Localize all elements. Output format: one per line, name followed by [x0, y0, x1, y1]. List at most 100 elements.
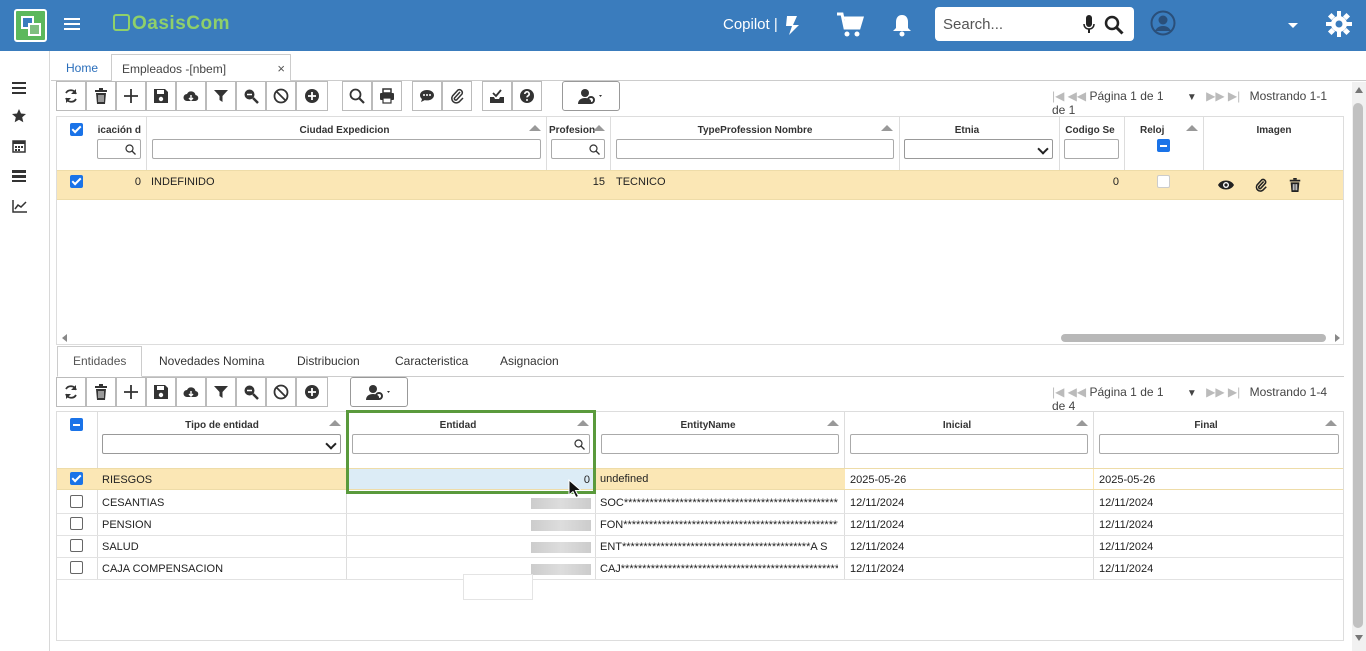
close-tab-icon[interactable]: × — [277, 61, 285, 76]
typeprofession-filter-input[interactable] — [616, 139, 894, 159]
trash-icon[interactable] — [1288, 177, 1302, 193]
scroll-right-icon[interactable] — [1333, 333, 1341, 343]
cancel-button[interactable] — [266, 81, 296, 111]
add-button[interactable] — [116, 81, 146, 111]
zoom-out-button[interactable] — [236, 377, 266, 407]
refresh-button[interactable] — [56, 377, 86, 407]
bell-icon[interactable] — [891, 13, 913, 37]
sort-arrow-icon[interactable] — [1076, 420, 1088, 426]
column-header-codigo[interactable]: Codigo Se — [1060, 125, 1120, 136]
tab-entidades[interactable]: Entidades — [57, 346, 143, 377]
column-header-typeprofession[interactable]: TypeProfession Nombre — [611, 125, 899, 136]
sort-arrow-icon[interactable] — [827, 420, 839, 426]
comments-button[interactable] — [412, 81, 442, 111]
filter-button[interactable] — [206, 81, 236, 111]
microphone-icon[interactable] — [1083, 15, 1095, 34]
tab-asignacion[interactable]: Asignacion — [500, 354, 559, 368]
tipo-entidad-filter-select[interactable] — [102, 434, 341, 454]
column-header-imagen[interactable]: Imagen — [1204, 125, 1344, 136]
cancel-button[interactable] — [266, 377, 296, 407]
scroll-up-icon[interactable] — [1354, 86, 1364, 94]
add-button[interactable] — [116, 377, 146, 407]
codigo-filter-input[interactable] — [1064, 139, 1119, 159]
first-page-icon[interactable]: |◀ ◀◀ — [1052, 89, 1086, 103]
zoom-out-button[interactable] — [236, 81, 266, 111]
copilot-icon[interactable] — [781, 13, 805, 37]
scroll-left-icon[interactable] — [61, 333, 69, 343]
sort-arrow-icon[interactable] — [1186, 125, 1198, 131]
column-header-tipo-entidad[interactable]: Tipo de entidad — [98, 420, 346, 431]
tab-distribucion[interactable]: Distribucion — [297, 354, 360, 368]
tab-novedades-nomina[interactable]: Novedades Nomina — [159, 354, 264, 368]
menu-icon[interactable] — [64, 15, 80, 35]
add-circle-button[interactable] — [296, 81, 328, 111]
search-input[interactable] — [943, 14, 1073, 34]
page-select-chevron-icon[interactable]: ▼ — [1187, 388, 1197, 399]
entityname-filter-input[interactable] — [601, 434, 839, 454]
sort-arrow-icon[interactable] — [1325, 420, 1337, 426]
star-icon[interactable] — [12, 109, 28, 123]
next-page-icon[interactable]: ▶▶ ▶| — [1206, 385, 1240, 399]
final-filter-input[interactable] — [1099, 434, 1339, 454]
save-button[interactable] — [146, 377, 176, 407]
user-avatar-icon[interactable] — [1150, 10, 1176, 36]
sort-arrow-icon[interactable] — [593, 125, 605, 131]
sort-arrow-icon[interactable] — [529, 125, 541, 131]
profesion-filter-input[interactable] — [551, 139, 605, 159]
column-header-inicial[interactable]: Inicial — [845, 420, 1069, 431]
tab-home[interactable]: Home — [66, 61, 98, 75]
filter-button[interactable] — [206, 377, 236, 407]
eye-icon[interactable] — [1217, 179, 1235, 191]
row-checkbox[interactable] — [70, 495, 83, 508]
reloj-checkbox[interactable] — [1157, 175, 1170, 188]
etnia-filter-select[interactable] — [904, 139, 1053, 159]
save-button[interactable] — [146, 81, 176, 111]
row-checkbox[interactable] — [70, 539, 83, 552]
chart-line-icon[interactable] — [12, 199, 28, 213]
user-menu-caret-icon[interactable] — [1288, 23, 1298, 28]
server-icon[interactable] — [12, 169, 28, 183]
help-button[interactable] — [512, 81, 542, 111]
vertical-scrollbar-thumb[interactable] — [1353, 103, 1363, 628]
row-checkbox[interactable] — [70, 517, 83, 530]
list-icon[interactable] — [12, 81, 28, 95]
user-settings-button[interactable] — [562, 81, 620, 111]
search-icon[interactable] — [1104, 15, 1124, 35]
paperclip-icon[interactable] — [1254, 177, 1268, 193]
search-button[interactable] — [342, 81, 372, 111]
next-page-icon[interactable]: ▶▶ ▶| — [1206, 89, 1240, 103]
tab-caracteristica[interactable]: Caracteristica — [395, 354, 468, 368]
attach-button[interactable] — [442, 81, 472, 111]
row-checkbox[interactable] — [70, 472, 83, 485]
column-header-final[interactable]: Final — [1094, 420, 1318, 431]
app-logo-icon[interactable] — [14, 9, 47, 42]
delete-button[interactable] — [86, 377, 116, 407]
row-checkbox[interactable] — [70, 175, 83, 188]
scroll-down-icon[interactable] — [1354, 634, 1364, 642]
sort-arrow-icon[interactable] — [881, 125, 893, 131]
add-circle-button[interactable] — [296, 377, 328, 407]
print-button[interactable] — [372, 81, 402, 111]
row-checkbox[interactable] — [70, 561, 83, 574]
column-header-profesion[interactable]: Profesion — [547, 125, 597, 136]
reloj-filter-checkbox[interactable] — [1157, 139, 1170, 152]
table-row[interactable]: 0 INDEFINIDO 15 TECNICO 0 — [57, 170, 1343, 200]
ciudad-filter-input[interactable] — [152, 139, 541, 159]
ubicacion-filter-input[interactable] — [97, 139, 141, 159]
sort-arrow-icon[interactable] — [329, 420, 341, 426]
cloud-download-button[interactable] — [176, 377, 206, 407]
column-header-ciudad-expedicion[interactable]: Ciudad Expedicion — [147, 125, 542, 136]
cart-icon[interactable] — [836, 12, 864, 38]
cloud-download-button[interactable] — [176, 81, 206, 111]
gear-icon[interactable] — [1326, 11, 1352, 37]
column-header-entityname[interactable]: EntityName — [596, 420, 820, 431]
column-header-etnia[interactable]: Etnia — [900, 125, 1034, 136]
select-all-checkbox[interactable] — [70, 418, 83, 431]
delete-button[interactable] — [86, 81, 116, 111]
copilot-label[interactable]: Copilot | — [723, 16, 778, 33]
user-settings-button[interactable] — [350, 377, 408, 407]
column-header-ubicacion[interactable]: icación d — [96, 125, 141, 136]
inicial-filter-input[interactable] — [850, 434, 1088, 454]
page-select-chevron-icon[interactable]: ▼ — [1187, 92, 1197, 103]
horizontal-scrollbar[interactable] — [1061, 334, 1326, 342]
